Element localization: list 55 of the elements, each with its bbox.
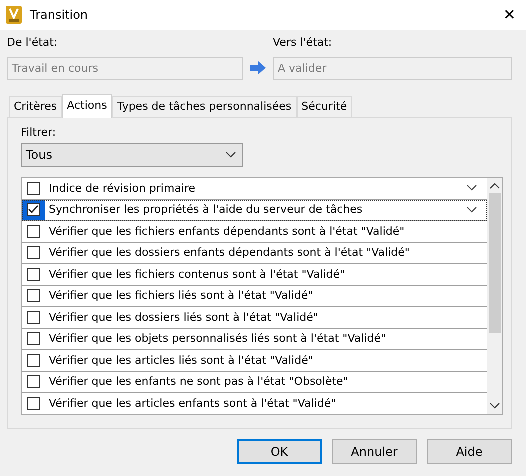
action-row[interactable]: Vérifier que les fichiers enfants dépendants sont à l'état "Validé": [22, 221, 487, 242]
action-label: Vérifier que les articles enfants sont à l'état "Validé": [48, 396, 338, 410]
chevron-down-icon[interactable]: [467, 206, 477, 213]
to-state-label: Vers l'état:: [273, 36, 334, 50]
checkbox[interactable]: [27, 246, 40, 260]
action-row[interactable]: Synchroniser les propriétés à l'aide du serveur de tâches: [22, 200, 487, 221]
action-label: Vérifier que les articles liés sont à l'état "Validé": [48, 354, 314, 367]
action-row[interactable]: Vérifier que les fichiers contenus sont à l'état "Validé": [22, 264, 487, 286]
action-row[interactable]: Vérifier que les dossiers enfants dépendants sont à l'état "Validé": [22, 242, 487, 264]
action-label: Vérifier que les dossiers enfants dépendants sont à l'état "Validé": [48, 246, 411, 260]
tab[interactable]: Critères: [9, 96, 62, 117]
checkbox[interactable]: [27, 289, 40, 302]
scrollbar[interactable]: [487, 178, 502, 414]
dialog-button[interactable]: Annuler: [332, 439, 417, 464]
close-button[interactable]: ✕: [503, 6, 516, 24]
filter-label: Filtrer:: [21, 126, 58, 140]
action-label: Vérifier que les dossiers liés sont à l'état "Validé": [48, 310, 320, 324]
from-state-label: De l'état:: [7, 36, 59, 50]
action-row[interactable]: Vérifier que les articles liés sont à l'état "Validé": [22, 350, 487, 372]
action-row[interactable]: Vérifier que les enfants ne sont pas à l'état "Obsolète": [22, 372, 487, 393]
checkbox[interactable]: [27, 396, 40, 410]
action-label: Vérifier que les enfants ne sont pas à l'état "Obsolète": [48, 375, 350, 388]
to-state-field[interactable]: A valider: [273, 57, 512, 80]
checkbox[interactable]: [27, 332, 40, 346]
scroll-up-icon[interactable]: [490, 183, 500, 189]
action-label: Vérifier que les fichiers liés sont à l'état "Validé": [48, 289, 314, 302]
action-row[interactable]: Indice de révision primaire: [22, 178, 487, 200]
scroll-down-icon[interactable]: [490, 403, 500, 409]
checkbox[interactable]: [27, 354, 40, 367]
from-state-field[interactable]: Travail en cours: [7, 57, 243, 80]
action-label: Vérifier que les fichiers contenus sont à l'état "Validé": [48, 268, 346, 281]
dialog-button[interactable]: Aide: [427, 439, 512, 464]
chevron-down-icon: [226, 152, 236, 158]
checkbox[interactable]: [27, 203, 40, 216]
tab[interactable]: Sécurité: [296, 96, 352, 117]
tab[interactable]: Types de tâches personnalisées: [112, 96, 297, 117]
arrow-icon: [250, 61, 266, 75]
action-label: Vérifier que les objets personnalisés liés sont à l'état "Validé": [48, 332, 388, 346]
action-label: Synchroniser les propriétés à l'aide du serveur de tâches: [48, 203, 364, 216]
action-row[interactable]: Vérifier que les dossiers liés sont à l'état "Validé": [22, 307, 487, 328]
window-title: Transition: [30, 8, 90, 22]
action-label: Indice de révision primaire: [48, 182, 197, 195]
checkbox[interactable]: [27, 224, 40, 238]
tab[interactable]: Actions: [62, 94, 112, 118]
action-row[interactable]: Vérifier que les fichiers liés sont à l'état "Validé": [22, 286, 487, 307]
action-row[interactable]: Vérifier que les objets personnalisés liés sont à l'état "Validé": [22, 328, 487, 350]
app-logo-icon: [6, 6, 22, 24]
dialog-button[interactable]: OK: [237, 439, 322, 464]
checkbox[interactable]: [27, 375, 40, 388]
checkbox[interactable]: [27, 310, 40, 324]
checkbox[interactable]: [27, 268, 40, 281]
checkbox[interactable]: [27, 182, 40, 195]
action-label: Vérifier que les fichiers enfants dépendants sont à l'état "Validé": [48, 224, 406, 238]
chevron-down-icon[interactable]: [467, 185, 477, 192]
filter-dropdown[interactable]: Tous: [21, 143, 243, 167]
